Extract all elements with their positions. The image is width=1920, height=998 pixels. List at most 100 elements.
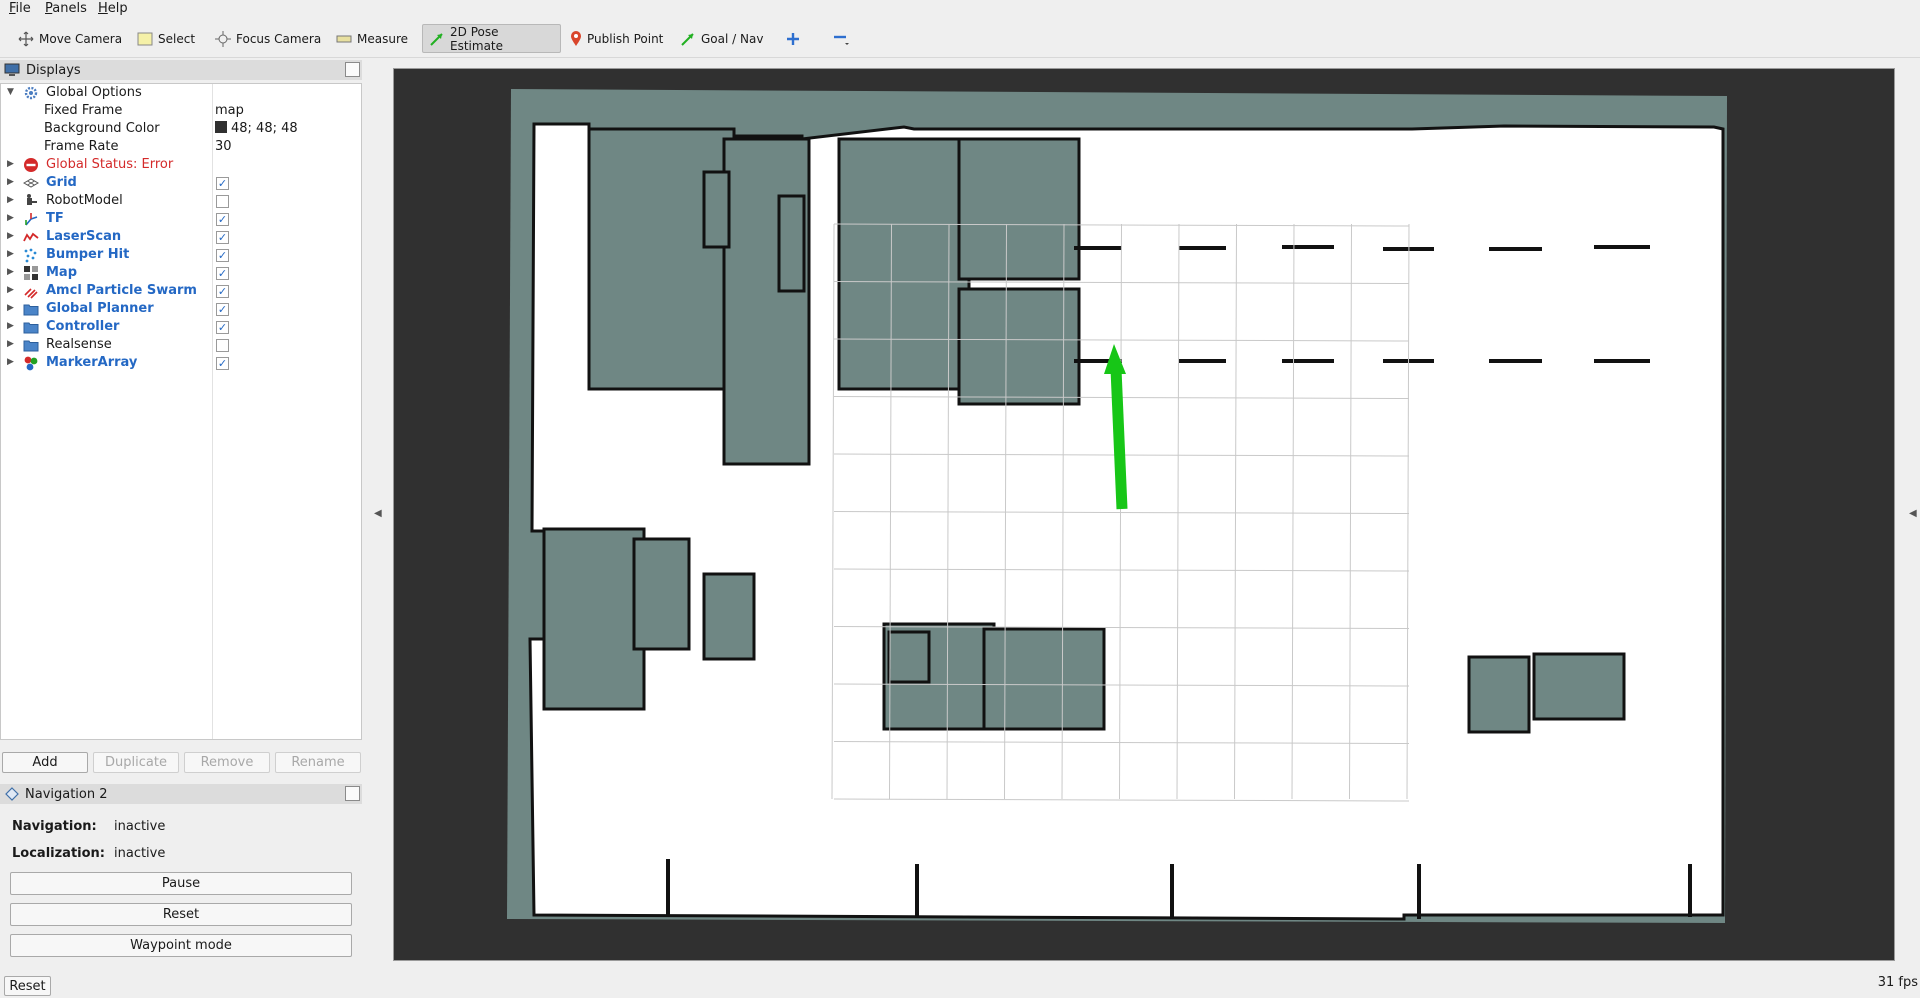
map-obstacle [957,137,1081,281]
enabled-checkbox[interactable]: ✓ [216,231,229,244]
tree-row-grid[interactable]: ▶ Grid ✓ [1,174,361,192]
enabled-checkbox[interactable]: ✓ [216,285,229,298]
display-label: Grid [46,175,77,190]
navigation-status-label: Navigation: [12,819,97,834]
error-icon [24,158,38,172]
display-label: LaserScan [46,229,122,244]
move-camera-button[interactable]: Move Camera [11,24,129,53]
rename-display-button[interactable]: Rename [275,752,361,773]
dock-splitter[interactable] [1898,56,1918,966]
gear-icon [24,86,38,100]
tree-row-bumper-hit[interactable]: ▶ Bumper Hit ✓ [1,246,361,264]
select-icon [137,32,153,45]
remove-display-button[interactable]: Remove [184,752,270,773]
display-label: MarkerArray [46,355,138,370]
publish-point-button[interactable]: Publish Point [563,24,670,53]
expand-arrow-icon[interactable]: ▶ [7,339,14,349]
tree-row-tf[interactable]: ▶ TF ✓ [1,210,361,228]
enabled-checkbox[interactable]: ✓ [216,177,229,190]
measure-icon [336,35,352,42]
localization-status-label: Localization: [12,846,105,861]
particle-swarm-icon [24,288,38,299]
goal-nav-button[interactable]: Goal / Nav [673,24,770,53]
expand-arrow-icon[interactable]: ▶ [7,213,14,223]
tree-row-robotmodel[interactable]: ▶ RobotModel [1,192,361,210]
menu-file[interactable]: File [9,1,31,16]
enabled-checkbox[interactable]: ✓ [216,321,229,334]
localization-status-value: inactive [114,846,166,861]
enabled-checkbox[interactable]: ✓ [216,267,229,280]
enabled-checkbox[interactable]: ✓ [216,357,229,370]
tree-row-background-color[interactable]: Background Color 48; 48; 48 [1,120,361,138]
remove-tool-button[interactable] [826,24,863,53]
move-camera-label: Move Camera [39,31,123,46]
tree-row-laserscan[interactable]: ▶ LaserScan ✓ [1,228,361,246]
select-button[interactable]: Select [130,24,202,53]
expand-arrow-icon[interactable]: ▶ [7,231,14,241]
expand-arrow-icon[interactable]: ▶ [7,177,14,187]
expand-arrow-icon[interactable]: ▶ [7,357,14,367]
map-icon [24,266,38,280]
expand-arrow-icon[interactable]: ▶ [7,195,14,205]
toolbar: Move Camera Select Focus Camera Measure … [0,21,1920,58]
display-label: TF [46,211,64,226]
dock-float-button[interactable] [345,62,360,77]
focus-camera-button[interactable]: Focus Camera [208,24,328,53]
waypoint-mode-button[interactable]: Waypoint mode [10,934,352,957]
expand-arrow-icon[interactable]: ▶ [7,321,14,331]
background-color-text: 48; 48; 48 [231,121,298,136]
frame-rate-value[interactable]: 30 [215,139,232,154]
tree-row-markerarray[interactable]: ▶ MarkerArray ✓ [1,354,361,372]
background-color-value[interactable]: 48; 48; 48 [215,121,298,136]
tree-row-map[interactable]: ▶ Map ✓ [1,264,361,282]
enabled-checkbox[interactable] [216,195,229,208]
tree-row-controller[interactable]: ▶ Controller ✓ [1,318,361,336]
menu-bar: File Panels Help [0,0,1920,19]
add-display-button[interactable]: Add [2,752,88,773]
display-label: Global Status: Error [46,157,174,172]
expand-arrow-icon[interactable]: ▶ [7,285,14,295]
map-obstacle [887,630,931,684]
robot-model-icon [27,194,37,205]
publish-point-icon [571,30,581,46]
tree-row-global-options[interactable]: ▼ Global Options [1,84,361,102]
global-options-label: Global Options [46,85,142,100]
tree-row-global-planner[interactable]: ▶ Global Planner ✓ [1,300,361,318]
expand-arrow-icon[interactable]: ▶ [7,159,14,169]
tree-row-realsense[interactable]: ▶ Realsense [1,336,361,354]
status-reset-button[interactable]: Reset [4,976,51,996]
fixed-frame-value[interactable]: map [215,103,244,118]
menu-help[interactable]: Help [98,1,128,16]
expand-arrow-icon[interactable]: ▶ [7,267,14,277]
expand-arrow-icon[interactable]: ▶ [7,249,14,259]
map-obstacle [702,170,731,249]
folder-icon [23,304,39,316]
enabled-checkbox[interactable]: ✓ [216,249,229,262]
enabled-checkbox[interactable] [216,339,229,352]
tree-row-global-status-error[interactable]: ▶ Global Status: Error [1,156,361,174]
folder-icon [23,322,39,334]
menu-panels[interactable]: Panels [45,1,87,16]
collapse-left-arrow-icon[interactable]: ◀ [374,508,382,519]
display-label: Amcl Particle Swarm [46,283,197,298]
render-viewport[interactable] [393,68,1895,961]
measure-button[interactable]: Measure [329,24,415,53]
expand-arrow-icon[interactable]: ▶ [7,303,14,313]
add-tool-button[interactable] [779,24,812,53]
enabled-checkbox[interactable]: ✓ [216,213,229,226]
duplicate-display-button[interactable]: Duplicate [93,752,179,773]
collapse-arrow-icon[interactable]: ▼ [7,87,14,97]
move-camera-icon [18,31,34,46]
dock-float-button[interactable] [345,786,360,801]
status-bar: Reset 31 fps [0,970,1920,998]
goal-nav-icon [681,32,694,46]
display-label: Controller [46,319,120,334]
tree-row-fixed-frame[interactable]: Fixed Frame map [1,102,361,120]
tree-row-frame-rate[interactable]: Frame Rate 30 [1,138,361,156]
pose-estimate-label: 2D Pose Estimate [450,24,504,53]
pose-estimate-button[interactable]: 2D Pose Estimate [422,24,561,53]
tree-row-amcl-particle-swarm[interactable]: ▶ Amcl Particle Swarm ✓ [1,282,361,300]
enabled-checkbox[interactable]: ✓ [216,303,229,316]
pause-button[interactable]: Pause [10,872,352,895]
nav-reset-button[interactable]: Reset [10,903,352,926]
